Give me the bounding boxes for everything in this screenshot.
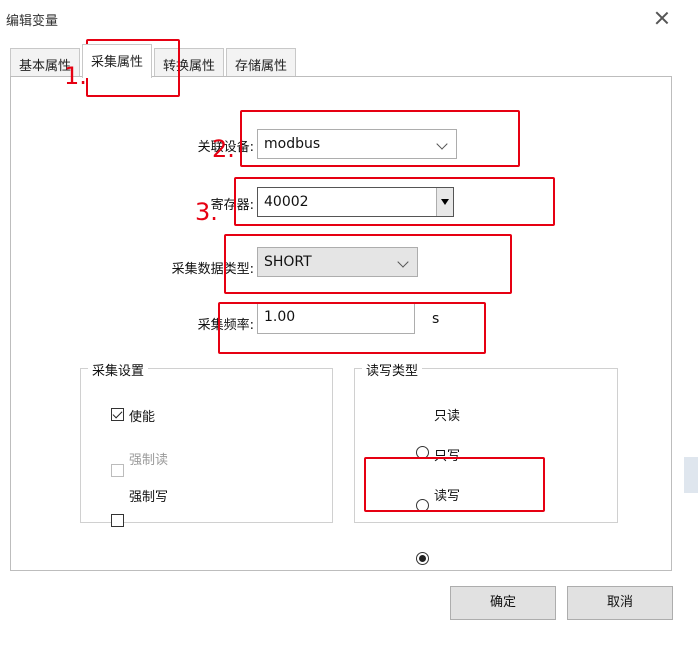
annotation-box-datatype <box>224 234 512 294</box>
annotation-box-readwrite <box>364 457 545 512</box>
annotation-step-2: 2. <box>212 135 235 163</box>
annotation-step-3: 3. <box>195 198 218 226</box>
force-write-label: 强制写 <box>129 490 169 505</box>
background-window-edge <box>684 18 698 36</box>
annotation-box-freq <box>218 302 486 354</box>
collect-settings-group <box>80 368 333 523</box>
ok-button[interactable]: 确定 <box>450 586 556 620</box>
enable-checkbox[interactable] <box>111 408 124 421</box>
enable-label: 使能 <box>129 410 156 425</box>
force-read-checkbox <box>111 464 124 477</box>
window-title: 编辑变量 <box>6 14 59 29</box>
read-only-label: 只读 <box>434 409 461 424</box>
rw-type-title: 读写类型 <box>362 360 423 379</box>
close-icon[interactable] <box>654 10 670 26</box>
title-bar <box>0 0 698 38</box>
annotation-box-register <box>234 177 555 226</box>
tab-collection-properties[interactable]: 采集属性 <box>82 44 153 78</box>
force-read-label: 强制读 <box>129 453 169 468</box>
tab-storage-properties[interactable]: 存储属性 <box>226 48 297 78</box>
collect-settings-title: 采集设置 <box>88 360 149 379</box>
background-window-edge <box>684 457 698 493</box>
annotation-box-device <box>240 110 520 167</box>
force-write-checkbox[interactable] <box>111 514 124 527</box>
read-write-radio[interactable] <box>416 552 429 565</box>
cancel-button[interactable]: 取消 <box>567 586 673 620</box>
